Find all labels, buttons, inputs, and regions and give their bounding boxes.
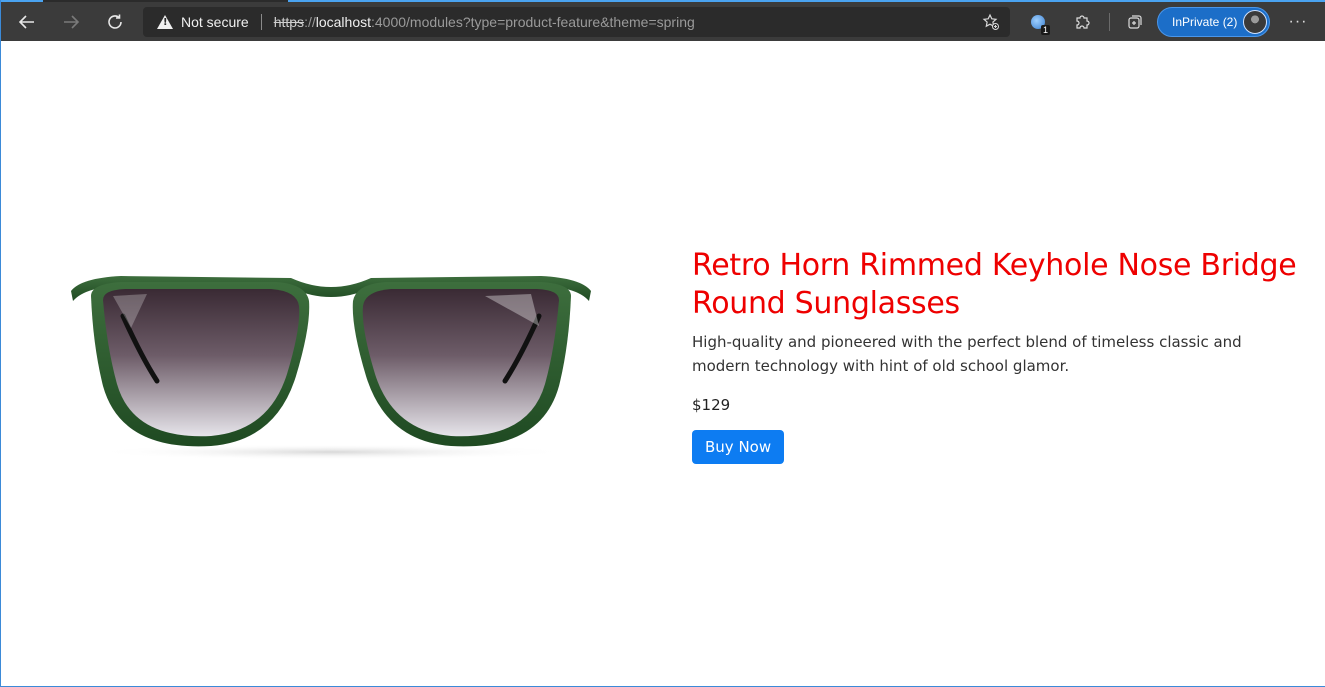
product-title: Retro Horn Rimmed Keyhole Nose Bridge Ro… [692, 248, 1297, 321]
url-text[interactable]: https://localhost:4000/modules?type=prod… [274, 14, 695, 30]
warning-triangle-icon [157, 15, 173, 29]
security-indicator[interactable]: Not secure [157, 14, 249, 30]
back-button[interactable] [9, 6, 45, 38]
page-content: Retro Horn Rimmed Keyhole Nose Bridge Ro… [1, 41, 1325, 686]
extension-button[interactable]: 1 [1021, 7, 1055, 37]
forward-button[interactable] [53, 6, 89, 38]
inprivate-profile-button[interactable]: InPrivate (2) [1157, 7, 1270, 37]
buy-now-button[interactable]: Buy Now [692, 430, 785, 464]
star-plus-icon [982, 13, 999, 30]
refresh-button[interactable] [97, 6, 133, 38]
collections-icon [1128, 14, 1142, 29]
product-image [71, 276, 591, 460]
url-separator: :// [304, 14, 316, 30]
extension-badge: 1 [1040, 24, 1050, 35]
puzzle-icon [1076, 14, 1090, 29]
product-description: High-quality and pioneered with the perf… [692, 333, 1242, 375]
more-button[interactable]: ··· [1284, 7, 1312, 37]
security-warning-label: Not secure [181, 14, 249, 30]
url-scheme: https [273, 14, 305, 30]
address-divider [260, 14, 262, 30]
product-price: $129 [692, 396, 731, 414]
address-bar[interactable]: Not secure https://localhost:4000/module… [143, 7, 1010, 37]
ellipsis-icon: ··· [1288, 13, 1308, 30]
product-info: Retro Horn Rimmed Keyhole Nose Bridge Ro… [692, 247, 1312, 464]
toolbar-divider [1109, 12, 1110, 31]
refresh-icon [108, 14, 122, 29]
inprivate-label: InPrivate (2) [1172, 15, 1238, 29]
browser-toolbar: Not secure https://localhost:4000/module… [1, 2, 1325, 41]
extensions-button[interactable] [1065, 7, 1099, 37]
arrow-left-icon [18, 14, 34, 29]
url-path: :4000/modules?type=product-feature&theme… [371, 14, 695, 30]
add-favorite-button[interactable] [982, 13, 1000, 36]
browser-window: Not secure https://localhost:4000/module… [0, 0, 1325, 687]
url-host: localhost [315, 14, 371, 30]
avatar [1243, 10, 1267, 34]
arrow-right-icon [64, 14, 80, 29]
collections-button[interactable] [1118, 7, 1152, 37]
